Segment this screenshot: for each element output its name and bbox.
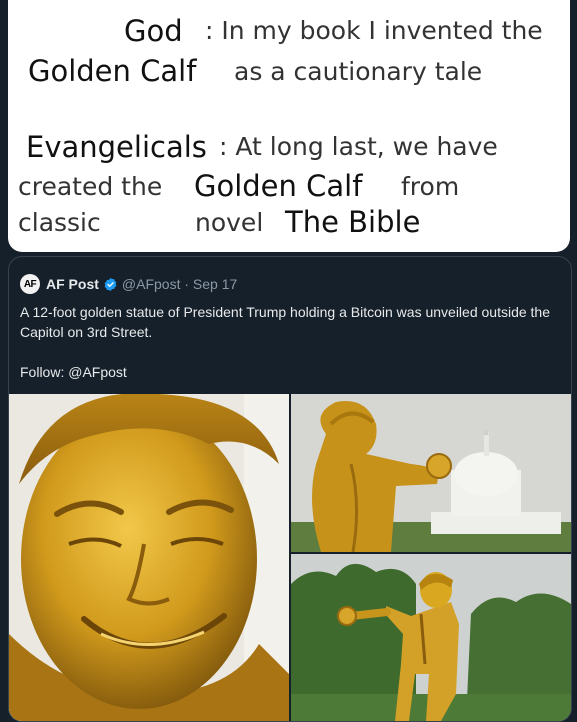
- tweet-header: AF AF Post @AFpost · Sep 17: [20, 274, 237, 294]
- avatar[interactable]: AF: [20, 274, 40, 294]
- photo-statue-closeup[interactable]: [9, 394, 289, 721]
- classic-text: classic: [18, 208, 101, 237]
- quoted-tweet[interactable]: AF AF Post @AFpost · Sep 17 A 12-foot go…: [8, 256, 572, 722]
- handle-date[interactable]: @AFpost · Sep 17: [122, 276, 237, 292]
- photo-grid: [9, 394, 571, 721]
- evangelicals-speaker: Evangelicals: [26, 130, 207, 164]
- photo-statue-park[interactable]: [291, 554, 571, 721]
- photo-statue-capitol[interactable]: [291, 394, 571, 552]
- avatar-text: AF: [23, 278, 37, 290]
- statue-closeup-image: [9, 394, 289, 721]
- god-line-2: as a cautionary tale: [234, 57, 483, 86]
- statue-capitol-image: [291, 394, 571, 552]
- golden-calf-text-2: Golden Calf: [194, 169, 363, 203]
- meme-card: God : In my book I invented the Golden C…: [8, 0, 570, 252]
- the-bible-text: The Bible: [285, 205, 421, 239]
- novel-text: novel: [195, 208, 264, 237]
- tweet-body: A 12-foot golden statue of President Tru…: [20, 302, 550, 382]
- author-name[interactable]: AF Post: [46, 276, 99, 292]
- from-text: from: [401, 172, 460, 201]
- tweet-follow-text: Follow: @AFpost: [20, 364, 127, 380]
- tweet-text: A 12-foot golden statue of President Tru…: [20, 304, 551, 340]
- statue-park-image: [291, 554, 571, 721]
- evangelicals-line-1: : At long last, we have: [219, 132, 498, 161]
- golden-calf-text-1: Golden Calf: [28, 54, 197, 88]
- created-the-text: created the: [18, 172, 163, 201]
- verified-badge-icon: [104, 277, 117, 291]
- god-line-1: : In my book I invented the: [205, 16, 543, 45]
- god-speaker: God: [124, 14, 183, 48]
